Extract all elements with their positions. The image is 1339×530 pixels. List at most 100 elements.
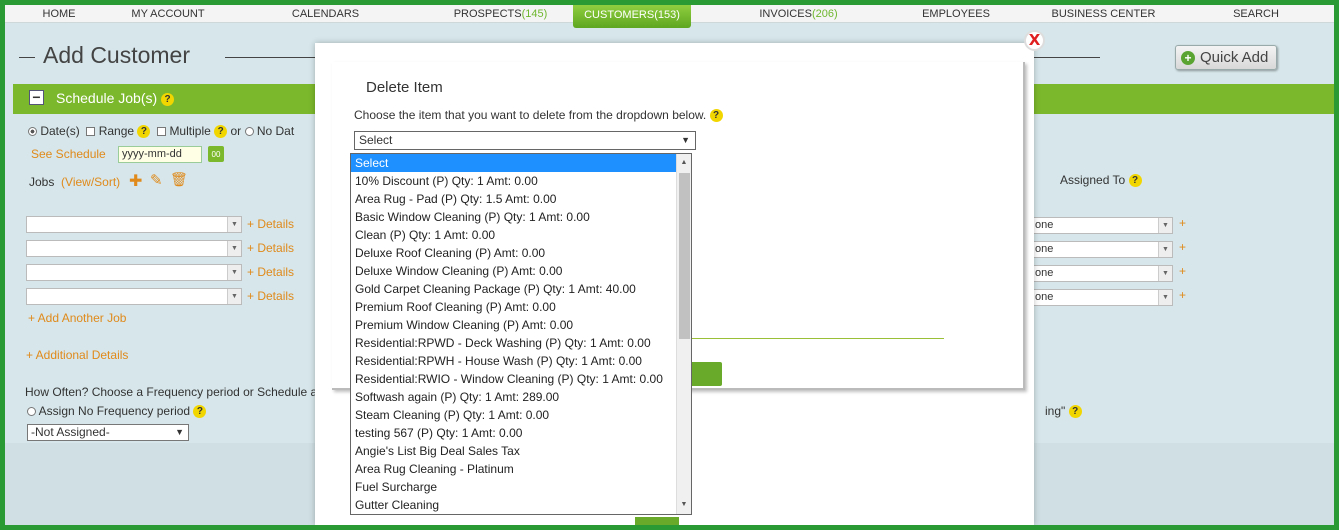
help-icon[interactable]: ? [193, 405, 207, 419]
scroll-up-icon[interactable]: ▲ [677, 156, 691, 170]
job-select[interactable]: ▼ [26, 216, 242, 233]
help-icon[interactable]: ? [1068, 405, 1082, 419]
dropdown-option[interactable]: Clean (P) Qty: 1 Amt: 0.00 [351, 226, 691, 244]
frequency-select[interactable]: -Not Assigned- ▼ [27, 424, 189, 441]
assigned-select[interactable]: one ▼ [1033, 217, 1173, 234]
quick-add-button[interactable]: + Quick Add [1175, 45, 1277, 70]
nav-home[interactable]: HOME [5, 5, 113, 23]
details-link[interactable]: + Details [247, 241, 294, 255]
nav-my-account[interactable]: MY ACCOUNT [113, 5, 223, 23]
dropdown-option[interactable]: 10% Discount (P) Qty: 1 Amt: 0.00 [351, 172, 691, 190]
dropdown-option[interactable]: Residential:RWIO - Window Cleaning (P) Q… [351, 370, 691, 388]
scroll-down-icon[interactable]: ▼ [677, 498, 691, 512]
assigned-select[interactable]: one ▼ [1033, 289, 1173, 306]
no-frequency-radio[interactable] [27, 407, 36, 417]
job-select[interactable]: ▼ [26, 264, 242, 281]
date-input[interactable]: yyyy-mm-dd [118, 146, 202, 163]
select-value: Select [359, 133, 393, 147]
edit-pencil-icon[interactable]: ✎ [150, 171, 163, 189]
add-job-icon[interactable]: ✚ [129, 171, 142, 191]
details-link[interactable]: + Details [247, 265, 294, 279]
delete-item-select[interactable]: Select ▼ [354, 131, 696, 150]
dropdown-option[interactable]: Deluxe Window Cleaning (P) Amt: 0.00 [351, 262, 691, 280]
modal-title: Delete Item [366, 79, 443, 96]
plus-circle-icon: + [1181, 50, 1195, 65]
job-select[interactable]: ▼ [26, 288, 242, 305]
add-another-job-link[interactable]: + Add Another Job [28, 311, 126, 325]
dropdown-option[interactable]: Angie's List Big Deal Sales Tax [351, 442, 691, 460]
dropdown-option[interactable]: Premium Window Cleaning (P) Amt: 0.00 [351, 316, 691, 334]
details-link[interactable]: + Details [247, 289, 294, 303]
details-link[interactable]: + Details [247, 217, 294, 231]
help-icon[interactable]: ? [214, 125, 228, 139]
assigned-add-button[interactable]: + [1179, 288, 1186, 302]
top-nav: HOME MY ACCOUNT CALENDARS PROSPECTS(145)… [5, 5, 1334, 28]
scroll-thumb[interactable] [679, 173, 690, 339]
no-date-radio[interactable] [244, 127, 254, 137]
nav-count: (153) [654, 9, 680, 21]
date-options: Date(s) Range ? Multiple ? or No Dat [28, 124, 295, 139]
assigned-select[interactable]: one ▼ [1033, 265, 1173, 282]
nav-search[interactable]: SEARCH [1201, 5, 1311, 23]
jobs-header: Jobs (View/Sort) [29, 175, 120, 189]
job-select[interactable]: ▼ [26, 240, 242, 257]
dropdown-option[interactable]: Area Rug Cleaning - Platinum [351, 460, 691, 478]
dropdown-option[interactable]: Residential:RPWH - House Wash (P) Qty: 1… [351, 352, 691, 370]
assign-no-frequency: Assign No Frequency period ? [27, 404, 207, 419]
date-radio[interactable] [28, 127, 37, 137]
dropdown-scrollbar[interactable]: ▲ ▼ [676, 154, 691, 514]
assigned-select[interactable]: one ▼ [1033, 241, 1173, 258]
dropdown-option[interactable]: Select [351, 154, 691, 172]
dropdown-option[interactable]: Basic Window Cleaning (P) Qty: 1 Amt: 0.… [351, 208, 691, 226]
instruction-text: Choose the item that you want to delete … [354, 108, 707, 122]
calendar-icon[interactable]: 00 [208, 146, 224, 162]
no-date-label: No Dat [256, 124, 295, 138]
range-checkbox[interactable] [86, 127, 96, 137]
collapse-minus-icon[interactable]: − [29, 90, 44, 105]
modal-instruction: Choose the item that you want to delete … [354, 108, 723, 123]
nav-invoices[interactable]: INVOICES(206) [691, 5, 906, 23]
dropdown-option[interactable]: Gutter Cleaning [351, 496, 691, 514]
assigned-add-button[interactable]: + [1179, 264, 1186, 278]
dropdown-option[interactable]: Fuel Surcharge [351, 478, 691, 496]
nav-prospects[interactable]: PROSPECTS(145) [428, 5, 573, 23]
dropdown-option[interactable]: testing 567 (P) Qty: 1 Amt: 0.00 [351, 424, 691, 442]
nav-calendars[interactable]: CALENDARS [223, 5, 428, 23]
or-label: or [230, 124, 242, 138]
dropdown-option[interactable]: Softwash again (P) Qty: 1 Amt: 289.00 [351, 388, 691, 406]
delete-item-dropdown-list[interactable]: Select 10% Discount (P) Qty: 1 Amt: 0.00… [350, 153, 692, 515]
multiple-checkbox[interactable] [157, 127, 167, 137]
nav-label: BUSINESS CENTER [1051, 8, 1156, 20]
quick-add-label: Quick Add [1200, 49, 1269, 66]
multiple-label: Multiple [169, 124, 211, 138]
see-schedule-link[interactable]: See Schedule [31, 147, 106, 161]
dropdown-option[interactable]: Residential:RPWD - Deck Washing (P) Qty:… [351, 334, 691, 352]
trash-icon[interactable]: 🗑 [170, 171, 188, 188]
help-icon[interactable]: ? [161, 92, 175, 106]
view-sort-link[interactable]: (View/Sort) [61, 175, 120, 189]
nav-label: SEARCH [1233, 8, 1279, 20]
dropdown-option[interactable]: Premium Roof Cleaning (P) Amt: 0.00 [351, 298, 691, 316]
assigned-to-label: Assigned To [1060, 173, 1126, 187]
nav-employees[interactable]: EMPLOYEES [906, 5, 1006, 23]
additional-details-link[interactable]: + Additional Details [26, 348, 128, 362]
how-often-label: How Often? Choose a Frequency period or … [25, 385, 318, 399]
nav-customers[interactable]: CUSTOMERS(153) [573, 5, 691, 28]
page-title: Add Customer [43, 42, 191, 68]
assigned-add-button[interactable]: + [1179, 240, 1186, 254]
dropdown-option[interactable]: Gold Carpet Cleaning Package (P) Qty: 1 … [351, 280, 691, 298]
dropdown-option[interactable]: Deluxe Roof Cleaning (P) Amt: 0.00 [351, 244, 691, 262]
bottom-button-edge [635, 517, 679, 525]
help-icon[interactable]: ? [137, 125, 151, 139]
app-frame: HOME MY ACCOUNT CALENDARS PROSPECTS(145)… [5, 5, 1334, 525]
right-frequency-label: ing" ? [1045, 404, 1082, 419]
nav-business-center[interactable]: BUSINESS CENTER [1006, 5, 1201, 23]
chevron-down-icon: ▼ [1158, 290, 1172, 305]
dropdown-option[interactable]: Area Rug - Pad (P) Qty: 1.5 Amt: 0.00 [351, 190, 691, 208]
chevron-down-icon: ▼ [1158, 242, 1172, 257]
close-icon[interactable]: X [1024, 30, 1045, 51]
help-icon[interactable]: ? [1128, 174, 1142, 188]
dropdown-option[interactable]: Steam Cleaning (P) Qty: 1 Amt: 0.00 [351, 406, 691, 424]
assigned-add-button[interactable]: + [1179, 216, 1186, 230]
help-icon[interactable]: ? [709, 109, 723, 123]
